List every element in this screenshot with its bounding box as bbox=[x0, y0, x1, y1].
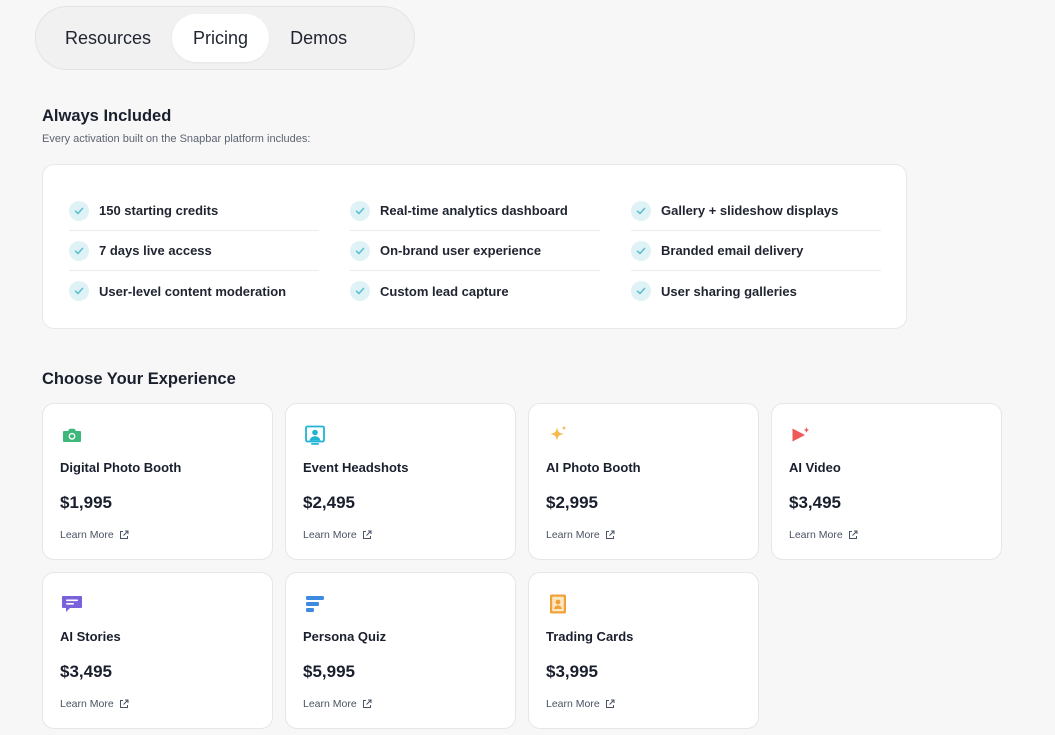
feature-item: On-brand user experience bbox=[350, 231, 600, 271]
feature-label: Custom lead capture bbox=[380, 283, 509, 299]
check-icon bbox=[69, 240, 89, 261]
feature-label: User-level content moderation bbox=[99, 283, 287, 299]
external-link-icon bbox=[605, 530, 615, 539]
feature-item: Gallery + slideshow displays bbox=[631, 191, 881, 231]
card-title: Persona Quiz bbox=[303, 629, 387, 644]
experience-card-ai-video[interactable]: AI Video $3,495 Learn More bbox=[771, 403, 1002, 560]
features-column-2: Real-time analytics dashboard On-brand u… bbox=[350, 191, 600, 311]
card-title: AI Video bbox=[789, 460, 841, 475]
quiz-icon bbox=[306, 596, 324, 612]
feature-label: Branded email delivery bbox=[661, 243, 804, 258]
external-link-icon bbox=[605, 699, 615, 708]
feature-item: Custom lead capture bbox=[350, 271, 600, 311]
learn-more-link[interactable]: Learn More bbox=[60, 698, 129, 710]
external-link-icon bbox=[848, 530, 858, 539]
video-sparkle-icon bbox=[792, 427, 810, 442]
learn-more-link[interactable]: Learn More bbox=[546, 529, 615, 541]
check-icon bbox=[350, 200, 370, 221]
learn-more-link[interactable]: Learn More bbox=[789, 529, 858, 541]
nav-pricing[interactable]: Pricing bbox=[172, 14, 270, 62]
card-title: Digital Photo Booth bbox=[60, 460, 182, 475]
learn-more-label: Learn More bbox=[789, 529, 843, 541]
always-included-subtitle: Every activation built on the Snapbar pl… bbox=[42, 133, 311, 145]
feature-item: User sharing galleries bbox=[631, 271, 881, 311]
external-link-icon bbox=[362, 530, 372, 539]
learn-more-label: Learn More bbox=[546, 698, 600, 710]
experience-card-event-headshots[interactable]: Event Headshots $2,495 Learn More bbox=[285, 403, 516, 560]
card-price: $3,995 bbox=[546, 662, 598, 681]
card-price: $1,995 bbox=[60, 493, 112, 512]
check-icon bbox=[69, 200, 89, 221]
learn-more-link[interactable]: Learn More bbox=[303, 529, 372, 541]
feature-label: 150 starting credits bbox=[99, 203, 219, 218]
feature-label: 7 days live access bbox=[99, 243, 212, 258]
experience-title: Choose Your Experience bbox=[42, 370, 236, 388]
camera-icon bbox=[63, 428, 81, 442]
learn-more-label: Learn More bbox=[546, 529, 600, 541]
card-title: AI Photo Booth bbox=[546, 460, 641, 475]
learn-more-link[interactable]: Learn More bbox=[303, 698, 372, 710]
card-price: $2,995 bbox=[546, 493, 598, 512]
check-icon bbox=[350, 281, 370, 301]
trading-card-icon bbox=[550, 594, 566, 614]
feature-item: 150 starting credits bbox=[69, 191, 319, 231]
feature-label: On-brand user experience bbox=[380, 243, 542, 258]
feature-item: Branded email delivery bbox=[631, 231, 881, 271]
chat-icon bbox=[62, 596, 82, 612]
check-icon bbox=[631, 281, 651, 301]
headshot-icon bbox=[305, 425, 325, 445]
card-price: $2,495 bbox=[303, 493, 355, 512]
experience-card-persona-quiz[interactable]: Persona Quiz $5,995 Learn More bbox=[285, 572, 516, 729]
experience-card-ai-photo-booth[interactable]: AI Photo Booth $2,995 Learn More bbox=[528, 403, 759, 560]
external-link-icon bbox=[362, 699, 372, 708]
card-price: $3,495 bbox=[789, 493, 841, 512]
card-title: Event Headshots bbox=[303, 460, 409, 475]
experience-card-digital-photo-booth[interactable]: Digital Photo Booth $1,995 Learn More bbox=[42, 403, 273, 560]
learn-more-label: Learn More bbox=[303, 698, 357, 710]
feature-item: User-level content moderation bbox=[69, 271, 319, 311]
feature-label: Real-time analytics dashboard bbox=[380, 203, 568, 218]
card-title: Trading Cards bbox=[546, 629, 634, 644]
features-column-3: Gallery + slideshow displays Branded ema… bbox=[631, 191, 881, 311]
nav-demos[interactable]: Demos bbox=[269, 14, 368, 62]
sparkle-icon bbox=[550, 425, 567, 441]
always-included-title: Always Included bbox=[42, 107, 172, 125]
check-icon bbox=[69, 281, 89, 301]
external-link-icon bbox=[119, 530, 129, 539]
experience-card-trading-cards[interactable]: Trading Cards $3,995 Learn More bbox=[528, 572, 759, 729]
learn-more-label: Learn More bbox=[303, 529, 357, 541]
card-title: AI Stories bbox=[60, 629, 121, 644]
feature-label: User sharing galleries bbox=[661, 283, 797, 299]
check-icon bbox=[631, 240, 651, 261]
external-link-icon bbox=[119, 699, 129, 708]
learn-more-label: Learn More bbox=[60, 698, 114, 710]
card-price: $3,495 bbox=[60, 662, 112, 681]
check-icon bbox=[631, 200, 651, 221]
experience-card-ai-stories[interactable]: AI Stories $3,495 Learn More bbox=[42, 572, 273, 729]
feature-item: 7 days live access bbox=[69, 231, 319, 271]
feature-label: Gallery + slideshow displays bbox=[661, 203, 839, 218]
features-column-1: 150 starting credits 7 days live access … bbox=[69, 191, 319, 311]
feature-item: Real-time analytics dashboard bbox=[350, 191, 600, 231]
card-price: $5,995 bbox=[303, 662, 355, 681]
learn-more-link[interactable]: Learn More bbox=[60, 529, 129, 541]
check-icon bbox=[350, 240, 370, 261]
top-nav: Resources Pricing Demos bbox=[35, 6, 415, 70]
included-features-panel: 150 starting credits 7 days live access … bbox=[42, 164, 907, 329]
learn-more-link[interactable]: Learn More bbox=[546, 698, 615, 710]
nav-resources[interactable]: Resources bbox=[44, 14, 172, 62]
learn-more-label: Learn More bbox=[60, 529, 114, 541]
